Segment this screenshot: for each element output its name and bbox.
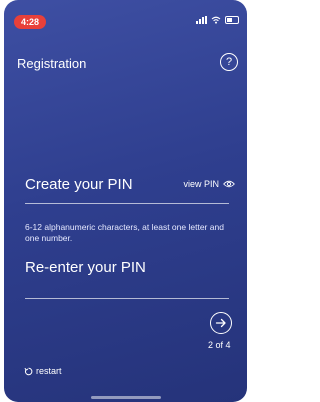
arrow-right-icon (215, 318, 226, 328)
create-pin-underline (25, 203, 229, 204)
restart-icon (24, 367, 33, 375)
help-button[interactable]: ? (220, 53, 238, 71)
reenter-pin-underline (25, 298, 229, 299)
status-icons (196, 16, 239, 24)
phone-screen: 4:28 Registration ? Create your PIN view… (4, 0, 247, 402)
view-pin-label: view PIN (183, 179, 219, 189)
home-indicator (90, 396, 161, 399)
battery-icon (225, 16, 239, 24)
restart-label: restart (36, 366, 62, 376)
eye-icon (223, 180, 235, 188)
step-indicator: 2 of 4 (208, 340, 231, 350)
view-pin-toggle[interactable]: view PIN (183, 179, 235, 189)
page-title: Registration (17, 56, 87, 71)
create-pin-field[interactable]: Create your PIN (25, 176, 133, 193)
wifi-icon (211, 16, 221, 24)
next-button[interactable] (210, 312, 232, 334)
restart-button[interactable]: restart (24, 366, 62, 376)
status-time: 4:28 (14, 15, 46, 29)
pin-requirements-hint: 6-12 alphanumeric characters, at least o… (25, 222, 224, 243)
signal-icon (196, 16, 207, 24)
status-bar: 4:28 (4, 0, 247, 29)
reenter-pin-field[interactable]: Re-enter your PIN (25, 259, 146, 276)
